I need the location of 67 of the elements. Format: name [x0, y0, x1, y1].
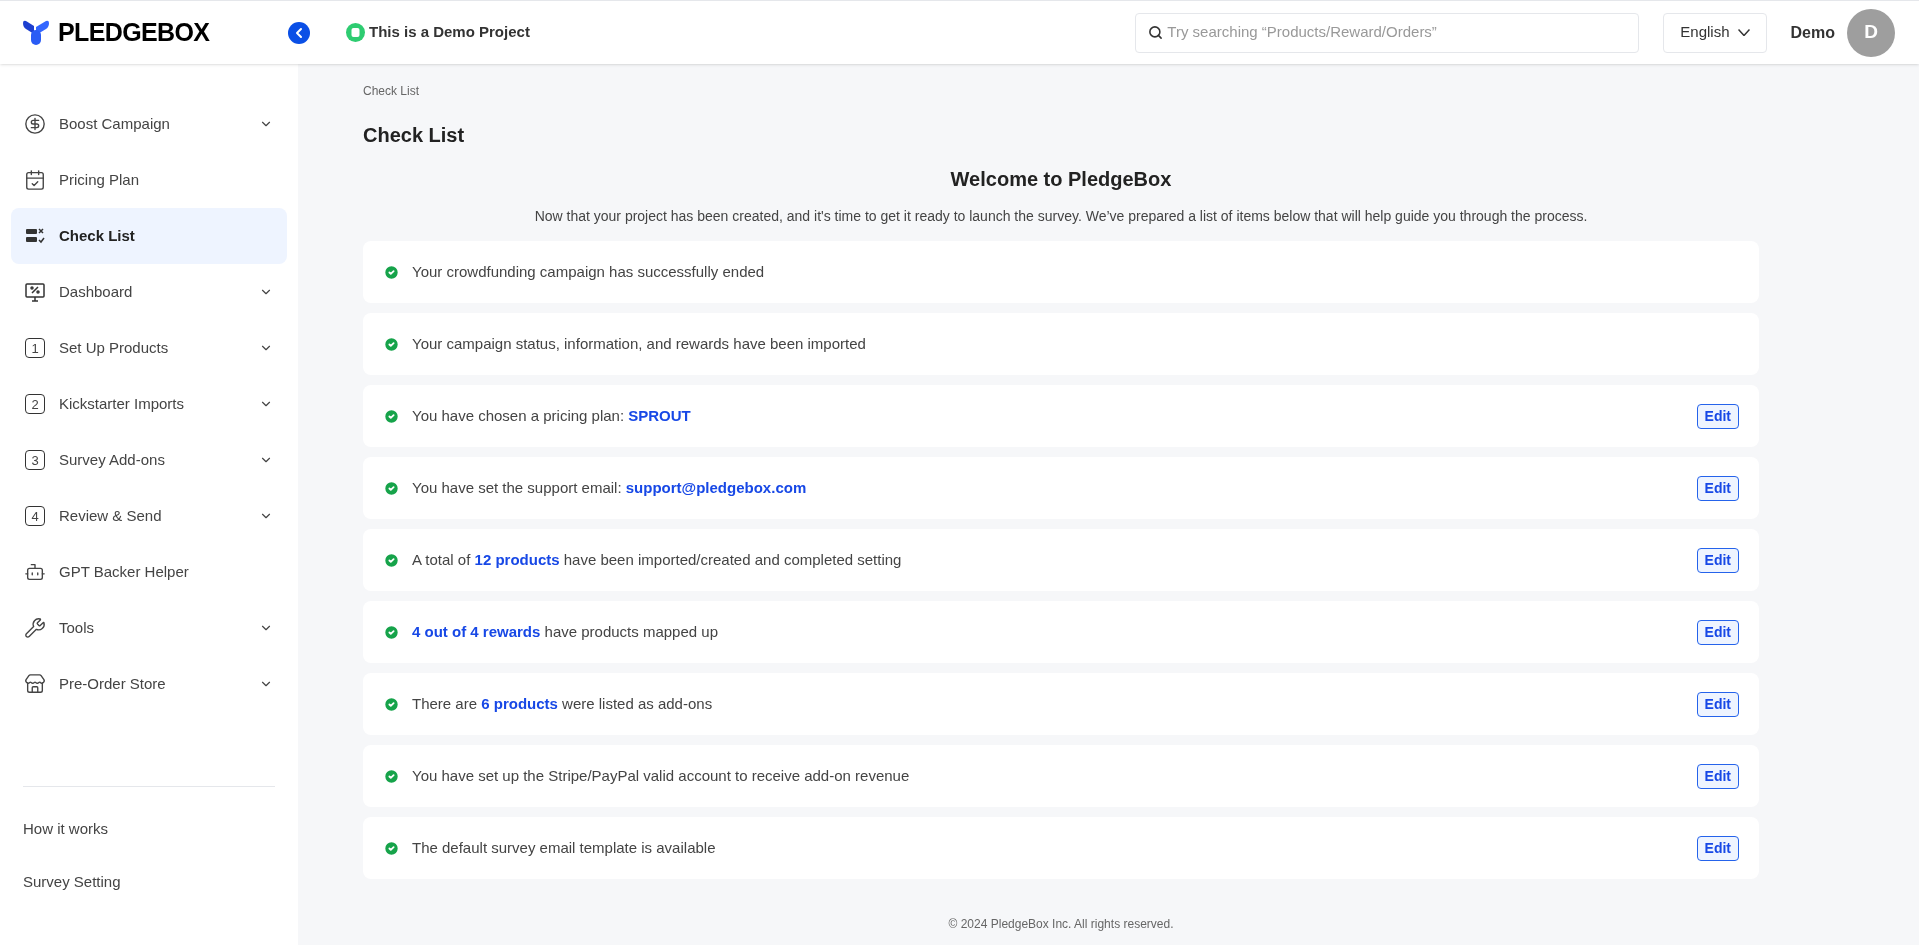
- robot-icon: [24, 561, 46, 583]
- intro-text: Now that your project has been created, and it's time to get it ready to launch the survey. We’ve prepared a list of items below that will help guide you through the process.: [533, 207, 1589, 226]
- sidebar-link[interactable]: Survey Setting: [11, 856, 133, 909]
- edit-button[interactable]: Edit: [1696, 403, 1739, 429]
- sidebar-item[interactable]: Dashboard: [11, 264, 287, 320]
- sidebar-item[interactable]: Pricing Plan: [11, 152, 287, 208]
- store-icon: [24, 673, 46, 695]
- sidebar-item[interactable]: GPT Backer Helper: [11, 544, 287, 600]
- page-title: Check List: [363, 123, 466, 148]
- monitor-percent-icon: [25, 282, 45, 302]
- sidebar-item-label: Survey Add-ons: [59, 449, 166, 470]
- edit-button[interactable]: Edit: [1696, 691, 1739, 717]
- caret-icon: [1737, 29, 1750, 36]
- checklist-text: You have set up the Stripe/PayPal valid account to receive add-on revenue: [412, 765, 911, 786]
- step-number: 1: [25, 338, 45, 358]
- sidebar-item[interactable]: Boost Campaign: [11, 96, 287, 152]
- sidebar-item[interactable]: Check List: [11, 208, 287, 264]
- collapse-sidebar-button[interactable]: [288, 21, 310, 44]
- checklist-text: You have chosen a pricing plan: SPROUT: [412, 405, 692, 426]
- sidebar-item-label: Pre-Order Store: [59, 673, 167, 694]
- checklist-text: There are 6 products were listed as add-ons: [412, 693, 714, 714]
- sidebar-item-label: Kickstarter Imports: [59, 393, 186, 414]
- edit-button[interactable]: Edit: [1696, 547, 1739, 573]
- user-name: Demo: [1790, 22, 1835, 43]
- project-icon: [346, 23, 365, 42]
- sidebar-item[interactable]: Tools: [11, 600, 287, 656]
- language-dropdown[interactable]: English: [1663, 12, 1767, 53]
- checklist-text: The default survey email template is available: [412, 837, 717, 858]
- sidebar-item-label: Dashboard: [59, 281, 134, 302]
- logo-icon: [22, 19, 50, 46]
- welcome-heading: Welcome to PledgeBox: [949, 167, 1173, 192]
- edit-button[interactable]: Edit: [1696, 619, 1739, 645]
- checklist-text: You have set the support email: support@pledgebox.com: [412, 477, 808, 498]
- step-number: 3: [25, 450, 45, 470]
- sidebar-item[interactable]: Pre-Order Store: [11, 656, 287, 712]
- calendar-check-icon: [24, 169, 46, 191]
- search-icon: [1148, 25, 1164, 40]
- copyright-text: © 2024 PledgeBox Inc. All rights reserved.: [947, 916, 1175, 933]
- dollar-coin-icon: [24, 113, 46, 135]
- breadcrumb: Check List: [363, 83, 421, 100]
- sidebar-item-label: Review & Send: [59, 505, 163, 526]
- sidebar-item-label: Check List: [59, 225, 136, 246]
- sidebar-item-label: Pricing Plan: [59, 169, 141, 190]
- sidebar-item-label: Boost Campaign: [59, 113, 171, 134]
- sidebar-item[interactable]: 3 Survey Add-ons: [11, 432, 287, 488]
- sidebar-item-label: GPT Backer Helper: [59, 561, 190, 582]
- sidebar-item[interactable]: 1 Set Up Products: [11, 320, 287, 376]
- checklist-text: Your crowdfunding campaign has successfully ended: [412, 261, 766, 282]
- step-number: 2: [25, 394, 45, 414]
- step-number: 4: [25, 506, 45, 526]
- project-name: This is a Demo Project: [369, 22, 530, 43]
- checklist-icon: [25, 226, 45, 246]
- search-field[interactable]: Try searching “Products/Reward/Orders”: [1135, 12, 1640, 53]
- search-input[interactable]: Try searching “Products/Reward/Orders”: [1167, 21, 1627, 44]
- checklist-text: Your campaign status, information, and rewards have been imported: [412, 333, 867, 354]
- edit-button[interactable]: Edit: [1696, 835, 1739, 861]
- sidebar-item-label: Set Up Products: [59, 337, 170, 358]
- edit-button[interactable]: Edit: [1696, 475, 1739, 501]
- sidebar-link[interactable]: How it works: [11, 803, 120, 856]
- edit-button[interactable]: Edit: [1696, 763, 1739, 789]
- brand-logo-text: PLEDGEBOX: [58, 16, 210, 48]
- sidebar-item[interactable]: 2 Kickstarter Imports: [11, 376, 287, 432]
- wrench-icon: [24, 617, 46, 639]
- sidebar-item[interactable]: 4 Review & Send: [11, 488, 287, 544]
- checklist-text: A total of 12 products have been imported/created and completed setting: [412, 549, 903, 570]
- checklist-text: 4 out of 4 rewards have products mapped up: [412, 621, 719, 642]
- sidebar-item-label: Tools: [59, 617, 96, 638]
